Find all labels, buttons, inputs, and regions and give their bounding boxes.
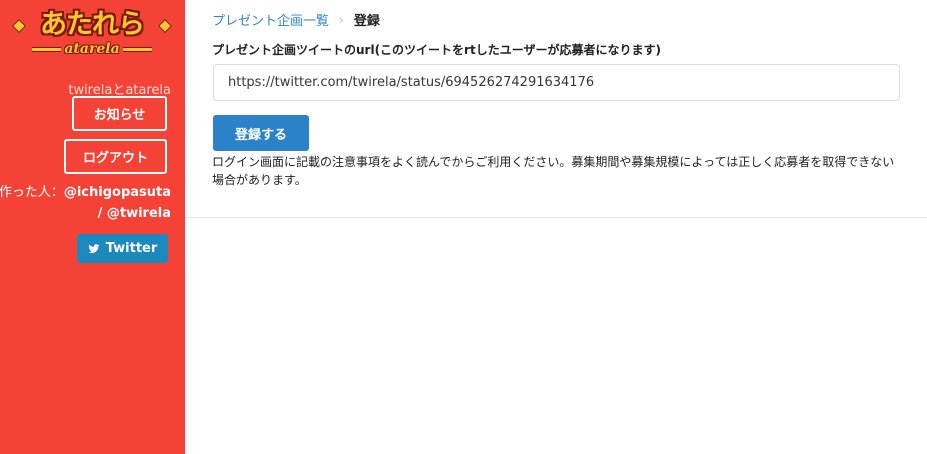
main-content: プレゼント企画一覧 › 登録 プレゼント企画ツイートのurl(このツイートをrt…: [185, 0, 927, 454]
logo-rule-right: [122, 46, 153, 52]
tweet-url-input[interactable]: [213, 64, 900, 101]
twitter-bird-icon: [88, 243, 100, 253]
logo-rule-left: [32, 46, 62, 52]
logo-subtitle: atarela: [32, 40, 153, 58]
sidebar: あたれら atarela twirelaとatarela お知らせ ログアウト …: [0, 0, 185, 454]
content-divider: [185, 217, 927, 218]
author-prefix: 作った人：: [0, 185, 64, 200]
tweet-url-label: プレゼント企画ツイートのurl(このツイートをrtしたユーザーが応募者になります…: [212, 43, 661, 57]
news-button[interactable]: お知らせ: [72, 96, 167, 131]
author-line-1: 作った人：@ichigopasuta: [0, 182, 171, 203]
atarela-logo[interactable]: あたれら atarela: [11, 9, 173, 60]
register-button[interactable]: 登録する: [213, 115, 309, 151]
breadcrumb: プレゼント企画一覧 › 登録: [212, 10, 380, 30]
chevron-right-icon: ›: [339, 12, 344, 27]
logo-sub-text: atarela: [64, 41, 120, 57]
author-handle-twirela[interactable]: / @twirela: [0, 203, 171, 224]
breadcrumb-current: 登録: [353, 14, 380, 29]
logout-button[interactable]: ログアウト: [64, 139, 167, 174]
logo-main-text: あたれら: [40, 9, 145, 40]
author-handle-ichigopasuta[interactable]: @ichigopasuta: [64, 185, 171, 200]
twitter-share-button[interactable]: Twitter: [77, 234, 168, 263]
breadcrumb-campaign-list-link[interactable]: プレゼント企画一覧: [212, 10, 329, 29]
author-credit: 作った人：@ichigopasuta / @twirela: [0, 182, 171, 224]
usage-notice: ログイン画面に記載の注意事項をよく読んでからご利用ください。募集期間や募集規模に…: [212, 155, 895, 187]
twitter-button-label: Twitter: [105, 241, 158, 256]
